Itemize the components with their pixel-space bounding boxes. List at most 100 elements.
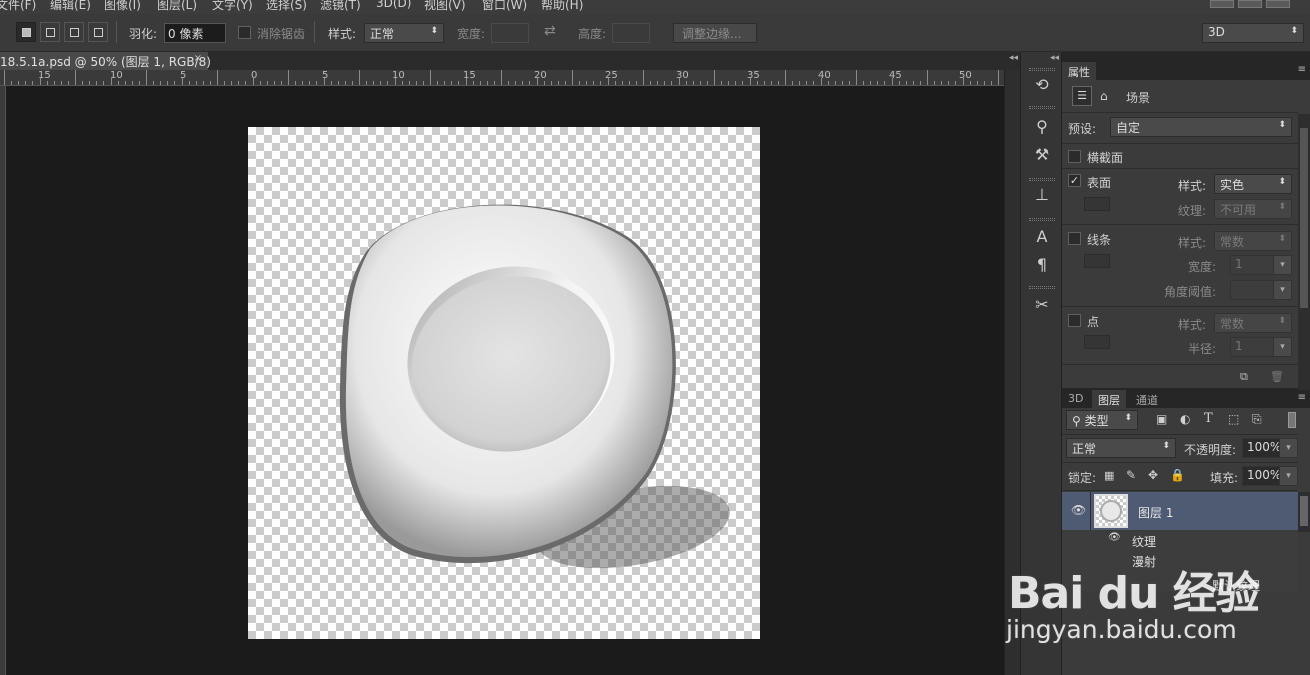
filter-toggle[interactable]	[1288, 412, 1296, 428]
width-input[interactable]	[491, 23, 529, 43]
style-select[interactable]: 正常 ⬍	[364, 23, 444, 43]
menu-3d[interactable]: 3D(D)	[376, 0, 411, 10]
layer-row[interactable]: 👁 图层 1	[1062, 492, 1298, 530]
close-window-button[interactable]	[1266, 0, 1290, 8]
workspace-select[interactable]: 3D ⬍	[1202, 23, 1304, 43]
preset-select[interactable]: 自定 ⬍	[1110, 117, 1292, 137]
pixel-filter-icon[interactable]: ▣	[1156, 412, 1167, 426]
properties-scrollbar[interactable]	[1298, 114, 1310, 430]
menu-edit[interactable]: 编辑(E)	[50, 0, 91, 13]
subtract-selection-button[interactable]	[64, 22, 84, 42]
menu-image[interactable]: 图像(I)	[104, 0, 141, 13]
lines-color-swatch[interactable]	[1084, 254, 1110, 268]
minimize-button[interactable]	[1210, 0, 1234, 8]
grip-handle[interactable]	[1029, 68, 1055, 71]
radius-input[interactable]: 1 ▾	[1230, 337, 1292, 357]
smart-object-filter-icon[interactable]: ⎘	[1252, 412, 1262, 427]
visibility-eye-icon[interactable]: 👁	[1071, 503, 1086, 517]
layer-sub-item[interactable]: 👁 纹理	[1062, 531, 1298, 551]
menu-file[interactable]: 文件(F)	[0, 0, 36, 13]
menu-filter[interactable]: 滤镜(T)	[320, 0, 361, 13]
new-selection-button[interactable]	[16, 22, 36, 42]
grip-handle[interactable]	[1029, 178, 1055, 181]
maximize-button[interactable]	[1238, 0, 1262, 8]
points-style-select[interactable]: 常数 ⬍	[1214, 313, 1292, 333]
points-checkbox[interactable]	[1068, 314, 1081, 327]
close-tab-icon[interactable]: ×	[194, 53, 202, 64]
blend-mode-select[interactable]: 正常 ⬍	[1066, 438, 1176, 458]
grip-handle[interactable]	[1029, 106, 1055, 109]
trash-icon[interactable]: 🗑	[1270, 370, 1284, 383]
menu-window[interactable]: 窗口(W)	[482, 0, 527, 13]
dropdown-arrow-icon[interactable]: ▾	[1273, 281, 1291, 299]
menu-help[interactable]: 帮助(H)	[541, 0, 583, 13]
tab-properties[interactable]: 属性	[1062, 62, 1096, 80]
refine-edge-button[interactable]: 调整边缘...	[673, 23, 757, 43]
layers-scrollbar[interactable]	[1298, 492, 1310, 532]
layer-filter-select[interactable]: ⚲ 类型 ⬍	[1066, 410, 1138, 430]
lines-style-select[interactable]: 常数 ⬍	[1214, 231, 1292, 251]
lock-paint-icon[interactable]: ✎	[1126, 468, 1136, 482]
antialias-checkbox[interactable]	[238, 26, 251, 39]
dropdown-arrow-icon[interactable]: ▾	[1279, 439, 1297, 457]
scene-filter-icon[interactable]: ☰	[1072, 86, 1092, 106]
fill-input[interactable]: 100% ▾	[1242, 466, 1298, 486]
swap-icon[interactable]: ⇄	[544, 23, 556, 39]
ruler-label: 10	[110, 70, 123, 81]
lines-checkbox[interactable]	[1068, 232, 1081, 245]
clone-source-icon[interactable]: ⊥	[1031, 184, 1053, 206]
menu-type[interactable]: 文字(Y)	[212, 0, 253, 13]
shape-filter-icon[interactable]: ⬚	[1228, 412, 1239, 426]
dropdown-arrow-icon[interactable]: ▾	[1273, 338, 1291, 356]
render-icon[interactable]: ⧉	[1240, 370, 1248, 384]
updown-arrow-icon: ⬍	[1278, 120, 1286, 130]
height-input[interactable]	[612, 23, 650, 43]
intersect-selection-button[interactable]	[88, 22, 108, 42]
lock-all-icon[interactable]: 🔒	[1170, 468, 1185, 482]
feather-input[interactable]: 0 像素	[164, 23, 226, 43]
adjustment-filter-icon[interactable]: ◐	[1180, 412, 1190, 426]
character-icon[interactable]: A	[1031, 226, 1053, 248]
add-selection-button[interactable]	[40, 22, 60, 42]
tab-3d[interactable]: 3D	[1062, 390, 1089, 408]
scrollbar-thumb[interactable]	[1300, 128, 1308, 308]
layer-name[interactable]: 图层 1	[1138, 504, 1173, 521]
grip-handle[interactable]	[1029, 218, 1055, 221]
brush-presets-icon[interactable]: ⚒	[1031, 144, 1053, 166]
type-filter-icon[interactable]: T	[1204, 411, 1213, 426]
dropdown-arrow-icon[interactable]: ▾	[1273, 256, 1291, 274]
tab-layers[interactable]: 图层	[1092, 390, 1126, 408]
lines-style-label: 样式:	[1178, 236, 1207, 250]
dropdown-arrow-icon[interactable]: ▾	[1279, 467, 1297, 485]
menu-view[interactable]: 视图(V)	[424, 0, 466, 13]
panel-menu-icon[interactable]: ≡	[1298, 64, 1306, 75]
lock-transparent-icon[interactable]: ▦	[1104, 469, 1114, 482]
ruler-tick	[905, 81, 907, 85]
paragraph-icon[interactable]: ¶	[1031, 254, 1053, 276]
lock-position-icon[interactable]: ✥	[1148, 468, 1158, 482]
document-canvas[interactable]	[248, 127, 760, 639]
brushes-icon[interactable]: ⚲	[1031, 116, 1053, 138]
tab-channels[interactable]: 通道	[1130, 390, 1164, 408]
surface-style-select[interactable]: 实色 ⬍	[1214, 174, 1292, 194]
panel-menu-icon[interactable]: ≡	[1298, 392, 1306, 403]
texture-select[interactable]: 不可用 ⬍	[1214, 199, 1292, 219]
cross-section-checkbox[interactable]	[1068, 150, 1081, 163]
menu-select[interactable]: 选择(S)	[266, 0, 307, 13]
expand-panels-icon[interactable]: ◂◂	[1050, 53, 1059, 63]
lines-width-input[interactable]: 1 ▾	[1230, 255, 1292, 275]
ruler-tick	[564, 81, 566, 85]
opacity-input[interactable]: 100% ▾	[1242, 438, 1298, 458]
scrollbar-thumb[interactable]	[1300, 496, 1308, 526]
tool-presets-icon[interactable]: ✂	[1031, 294, 1053, 316]
history-icon[interactable]: ⟲	[1031, 74, 1053, 96]
surface-checkbox[interactable]: ✓	[1068, 174, 1081, 187]
visibility-eye-icon[interactable]: 👁	[1108, 532, 1121, 543]
grip-handle[interactable]	[1029, 286, 1055, 289]
menu-layer[interactable]: 图层(L)	[157, 0, 197, 13]
points-color-swatch[interactable]	[1084, 335, 1110, 349]
angle-threshold-input[interactable]: ▾	[1230, 280, 1292, 300]
surface-color-swatch[interactable]	[1084, 197, 1110, 211]
collapse-panels-icon[interactable]: ◂◂	[1009, 53, 1018, 63]
document-tab[interactable]: 18.5.1a.psd @ 50% (图层 1, RGB/8) ×	[0, 52, 211, 70]
